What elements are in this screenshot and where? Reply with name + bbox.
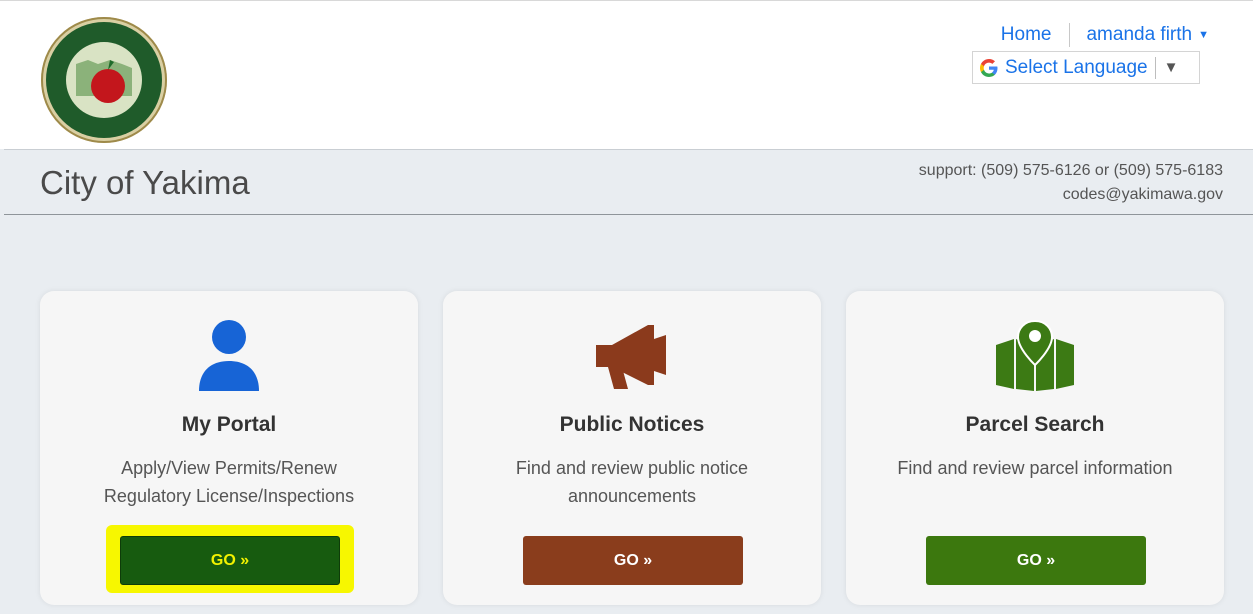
- card-public-notices: Public Notices Find and review public no…: [443, 291, 821, 605]
- user-name: amanda firth: [1086, 24, 1193, 45]
- parcel-search-go-button[interactable]: GO »: [926, 536, 1146, 585]
- page-title: City of Yakima: [40, 164, 250, 201]
- support-email: codes@yakimawa.gov: [1062, 186, 1223, 203]
- card-title: Parcel Search: [965, 413, 1105, 436]
- card-title: My Portal: [181, 413, 277, 436]
- support-phone: support: (509) 575-6126 or (509) 575-618…: [918, 162, 1223, 179]
- dropdown-arrow-icon: ▼: [1163, 59, 1179, 76]
- public-notices-go-button[interactable]: GO »: [523, 536, 743, 585]
- map-pin-icon: [846, 319, 1224, 391]
- card-description-line: Find and review public notice: [515, 458, 749, 478]
- card-description-line: Regulatory License/Inspections: [103, 486, 355, 506]
- support-contact: support: (509) 575-6126 or (509) 575-618…: [919, 159, 1223, 207]
- card-description: Find and review parcel information: [876, 454, 1194, 482]
- card-title: Public Notices: [559, 413, 705, 436]
- my-portal-go-button[interactable]: GO »: [120, 536, 340, 585]
- user-menu[interactable]: amanda firth ▼: [1070, 23, 1209, 47]
- city-seal-logo[interactable]: [40, 16, 168, 144]
- divider: [1154, 56, 1156, 79]
- home-link[interactable]: Home: [1001, 23, 1071, 47]
- google-icon: [973, 58, 1005, 78]
- card-description-line: Apply/View Permits/Renew: [121, 458, 337, 478]
- top-nav: Home amanda firth ▼: [1001, 23, 1209, 47]
- card-description: Apply/View Permits/Renew Regulatory Lice…: [70, 454, 388, 510]
- language-selector[interactable]: Select Language ▼: [972, 51, 1200, 84]
- megaphone-icon: [443, 319, 821, 391]
- select-language-label: Select Language: [1005, 56, 1148, 78]
- card-description: Find and review public notice announceme…: [473, 454, 791, 510]
- site-header: Home amanda firth ▼ Select Language ▼: [0, 0, 1253, 149]
- chevron-down-icon: ▼: [1198, 29, 1209, 41]
- card-description-line: announcements: [567, 486, 697, 506]
- card-parcel-search: Parcel Search Find and review parcel inf…: [846, 291, 1224, 605]
- card-my-portal: My Portal Apply/View Permits/Renew Regul…: [40, 291, 418, 605]
- user-icon: [40, 319, 418, 391]
- card-description-line: Find and review parcel information: [897, 458, 1173, 478]
- title-bar: City of Yakima support: (509) 575-6126 o…: [4, 149, 1253, 215]
